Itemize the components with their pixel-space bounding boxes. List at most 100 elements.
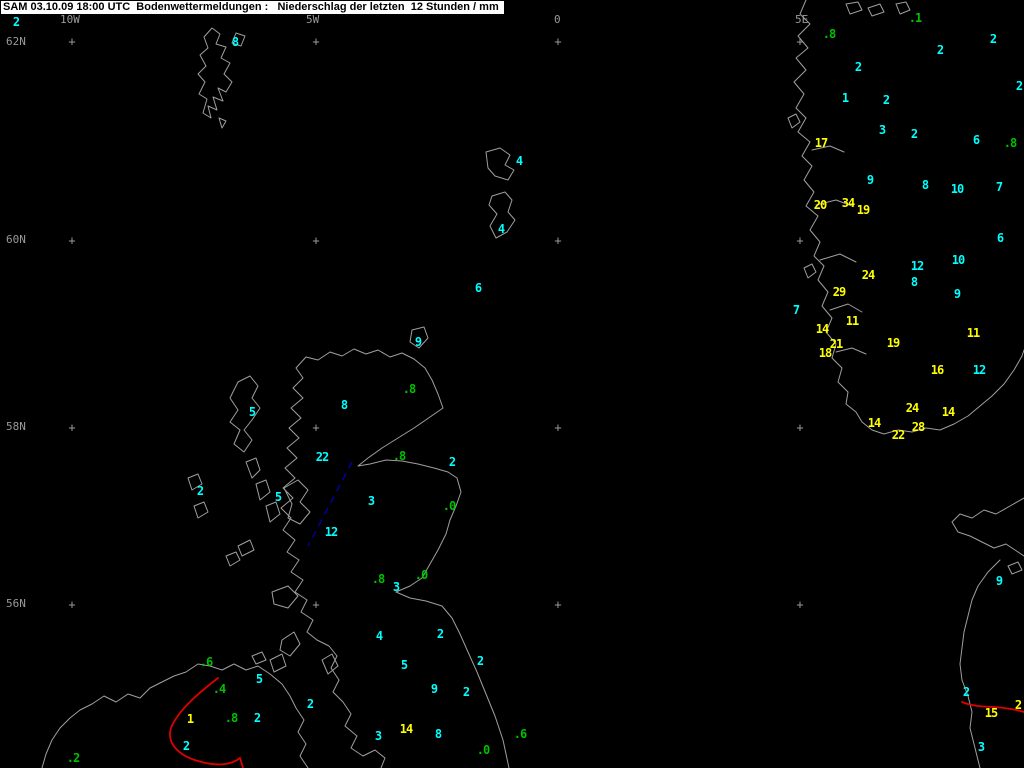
coastline-rathlin — [252, 652, 266, 664]
station-value: 3 — [368, 495, 374, 507]
coastline-shetland-isle-s — [219, 118, 226, 128]
station-value: 2 — [855, 61, 861, 73]
station-value: 9 — [415, 336, 421, 348]
station-value: .4 — [213, 683, 225, 695]
station-value: 24 — [906, 402, 918, 414]
coastline-lewis — [230, 376, 260, 452]
coastline-barra — [266, 502, 280, 522]
coastline-shetland — [198, 28, 232, 118]
station-value: 2 — [937, 44, 943, 56]
station-value: 5 — [401, 659, 407, 671]
station-value: 10 — [952, 254, 964, 266]
coastline-fjord-4 — [830, 304, 862, 312]
station-value: 19 — [857, 204, 869, 216]
station-value: .8 — [393, 450, 405, 462]
station-value: 14 — [868, 417, 880, 429]
coastline-coll — [226, 552, 240, 566]
station-value: 17 — [815, 137, 827, 149]
station-value: .8 — [403, 383, 415, 395]
lon-label: 5W — [306, 14, 319, 25]
station-value: 18 — [819, 347, 831, 359]
station-value: 2 — [13, 16, 19, 28]
station-value: 8 — [341, 399, 347, 411]
station-value: 28 — [912, 421, 924, 433]
station-value: 14 — [942, 406, 954, 418]
grid-cross: + — [312, 35, 319, 47]
station-value: 6 — [997, 232, 1003, 244]
station-value: 10 — [951, 183, 963, 195]
grid-cross: + — [554, 598, 561, 610]
coastline-uist-2 — [256, 480, 270, 500]
lat-label: 62N — [6, 36, 26, 47]
station-value: 15 — [985, 707, 997, 719]
station-value: 5 — [275, 491, 281, 503]
weather-map: SAM 03.10.09 18:00 UTC Bodenwettermeldun… — [0, 0, 1024, 768]
grid-cross: + — [796, 598, 803, 610]
coastline-uist-1 — [246, 458, 260, 478]
station-value: 2 — [477, 655, 483, 667]
station-value: 2 — [1015, 699, 1021, 711]
coastline-scotland-west — [281, 349, 425, 768]
station-value: .2 — [67, 752, 79, 764]
station-value: 5 — [249, 406, 255, 418]
station-value: 12 — [973, 364, 985, 376]
station-value: 8 — [911, 276, 917, 288]
station-value: 3 — [978, 741, 984, 753]
station-value: 2 — [307, 698, 313, 710]
station-value: 29 — [833, 286, 845, 298]
station-value: 3 — [879, 124, 885, 136]
station-value: 3 — [375, 730, 381, 742]
grid-cross: + — [312, 598, 319, 610]
station-value: 7 — [996, 181, 1002, 193]
coastline-orkney-north — [486, 148, 514, 180]
station-value: 2 — [911, 128, 917, 140]
lat-label: 58N — [6, 421, 26, 432]
station-value: .8 — [1004, 137, 1016, 149]
station-value: 2 — [437, 628, 443, 640]
station-value: 2 — [963, 686, 969, 698]
grid-cross: + — [68, 421, 75, 433]
grid-cross: + — [796, 234, 803, 246]
title-bar: SAM 03.10.09 18:00 UTC Bodenwettermeldun… — [0, 0, 505, 15]
station-value: 22 — [892, 429, 904, 441]
station-value: 14 — [816, 323, 828, 335]
station-value: 6 — [475, 282, 481, 294]
coastline-arran — [322, 654, 338, 674]
station-value: 22 — [316, 451, 328, 463]
coastline-jutland — [960, 560, 1000, 768]
station-value: 24 — [862, 269, 874, 281]
grid-cross: + — [312, 234, 319, 246]
coastline-islay — [280, 632, 300, 656]
station-value: .6 — [514, 728, 526, 740]
station-value: .1 — [909, 12, 921, 24]
coastline-layer — [42, 0, 1024, 768]
coastline-danish-isle — [1008, 562, 1022, 574]
station-value: 1 — [187, 713, 193, 725]
station-value: 3 — [393, 581, 399, 593]
station-value: 7 — [793, 304, 799, 316]
station-value: 4 — [498, 223, 504, 235]
grid-cross: + — [796, 421, 803, 433]
station-value: 20 — [814, 199, 826, 211]
station-value: 12 — [325, 526, 337, 538]
lat-label: 60N — [6, 234, 26, 245]
coastline-norway — [794, 0, 1024, 434]
coastline-norway-islet-4 — [868, 4, 884, 16]
grid-cross: + — [68, 35, 75, 47]
station-value: .6 — [200, 656, 212, 668]
station-value: 2 — [463, 686, 469, 698]
grid-cross: + — [68, 234, 75, 246]
station-value: 4 — [376, 630, 382, 642]
station-value: 12 — [911, 260, 923, 272]
station-value: 9 — [996, 575, 1002, 587]
station-value: .0 — [415, 569, 427, 581]
station-value: 14 — [400, 723, 412, 735]
coastline-jura — [270, 654, 286, 672]
map-graphics-layer — [0, 0, 1024, 768]
station-value: 1 — [842, 92, 848, 104]
lon-label: 5E — [795, 14, 808, 25]
station-value: 2 — [197, 485, 203, 497]
station-value: 2 — [883, 94, 889, 106]
station-value: 4 — [516, 155, 522, 167]
station-value: .0 — [443, 500, 455, 512]
